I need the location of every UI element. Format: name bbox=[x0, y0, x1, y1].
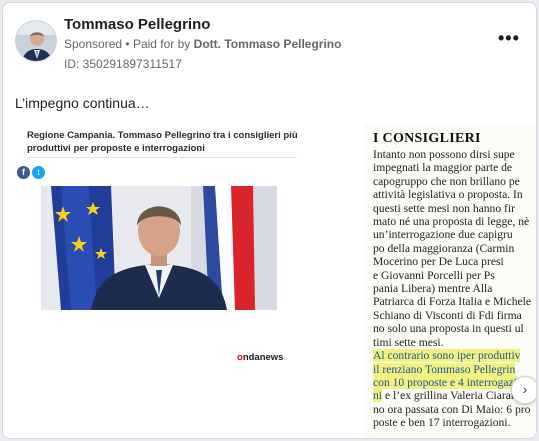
clipping-line: pania Libera) mentre Alla bbox=[373, 282, 493, 296]
author-name[interactable]: Tommaso Pellegrino bbox=[64, 16, 210, 33]
brand-rest: ndanews bbox=[242, 352, 284, 363]
clipping-line: po della maggioranza (Carmin bbox=[373, 241, 515, 255]
payer-name[interactable]: Dott. Tommaso Pellegrino bbox=[194, 37, 342, 51]
clipping-line: Patriarca di Forza Italia e Michele bbox=[373, 295, 532, 309]
clipping-line: no solo una proposta in questi ul bbox=[373, 322, 524, 336]
clipping-highlight-line: il renziano Tommaso Pellegrin bbox=[373, 362, 516, 376]
clipping-line: mato né una proposta di legge, nè bbox=[373, 215, 530, 229]
clipping-line: no ora passata con Di Maio: 6 pro bbox=[373, 402, 531, 416]
clipping-line: timi sette mesi. bbox=[373, 335, 444, 349]
article-photo bbox=[41, 186, 277, 310]
more-options-button[interactable]: ••• bbox=[498, 29, 520, 47]
author-avatar[interactable] bbox=[15, 20, 57, 62]
ad-card: Tommaso Pellegrino Sponsored • Paid for … bbox=[2, 2, 537, 439]
paid-for-label: Paid for by bbox=[132, 37, 191, 51]
clipping-line: Intanto non possono dirsi supe bbox=[373, 148, 515, 161]
clipping-line: Schiano di Visconti di Fdi firma bbox=[373, 308, 522, 322]
clipping-highlight-line: Al contrario sono iper produttiv bbox=[373, 349, 521, 363]
avatar-photo bbox=[16, 21, 56, 61]
headline-divider bbox=[27, 157, 297, 158]
clipping-line: impegnati la maggior parte de bbox=[373, 161, 513, 175]
clipping-line: e Giovanni Porcelli per Ps bbox=[373, 268, 495, 282]
clipping-line: attività legislativa o proposta. In bbox=[373, 188, 523, 202]
sponsor-line: Sponsored • Paid for by Dott. Tommaso Pe… bbox=[64, 37, 341, 51]
ad-id: ID: 350291897311517 bbox=[64, 57, 182, 71]
politician-photo bbox=[41, 186, 277, 310]
article-headline: Regione Campania. Tommaso Pellegrino tra… bbox=[27, 130, 298, 154]
clipping-line: capogruppo che non brillano pe bbox=[373, 174, 520, 188]
clipping-line: Mocerino per De Luca presi bbox=[373, 255, 504, 269]
twitter-icon[interactable]: t bbox=[32, 166, 45, 179]
clipping-title: I CONSIGLIERI bbox=[373, 131, 481, 146]
clipping-line: poste e ben 17 interrogazioni. bbox=[373, 416, 511, 430]
clipping-line: un’interrogazione due capigru bbox=[373, 228, 513, 242]
post-text: L’impegno continua… bbox=[15, 95, 150, 111]
carousel: Regione Campania. Tommaso Pellegrino tra… bbox=[3, 123, 536, 438]
ondanews-logo: ondanews bbox=[237, 352, 283, 363]
meta-separator: • bbox=[125, 37, 130, 51]
carousel-card-news-article[interactable]: Regione Campania. Tommaso Pellegrino tra… bbox=[13, 123, 313, 438]
sponsored-label: Sponsored bbox=[64, 37, 123, 51]
clipping-line: questi sette mesi non hanno fir bbox=[373, 201, 515, 215]
facebook-icon[interactable]: f bbox=[17, 166, 30, 179]
carousel-next-button[interactable]: › bbox=[511, 376, 536, 404]
